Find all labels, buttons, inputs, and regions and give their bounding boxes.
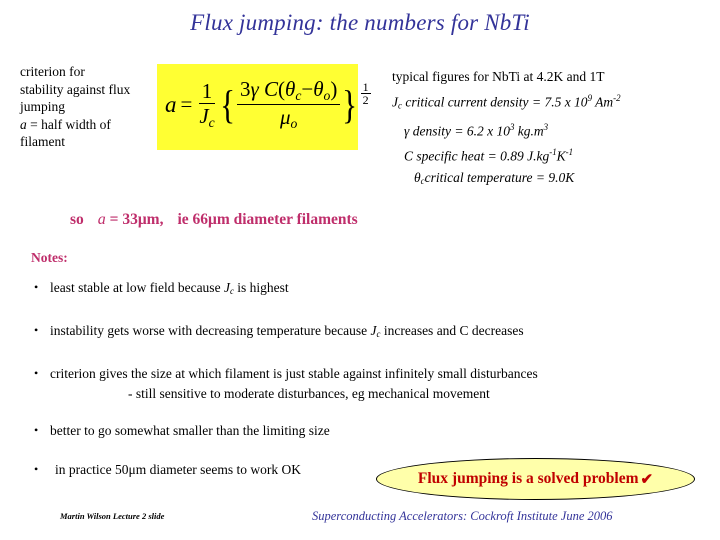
list-item: • criterion gives the size at which fila…	[30, 365, 695, 402]
conclusion-callout: Flux jumping is a solved problem ✔	[376, 458, 695, 500]
list-item-text: in practice 50μm diameter seems to work …	[55, 462, 302, 478]
equation-exponent-numerator: 1	[360, 79, 371, 95]
typical-figures-heading: typical figures for NbTi at 4.2K and 1T	[392, 69, 605, 84]
list-item: • instability gets worse with decreasing…	[30, 322, 695, 343]
equation-jc-symbol: J	[199, 103, 209, 128]
figure-equals: =	[484, 148, 501, 164]
list-item-text: instability gets worse with decreasing t…	[50, 323, 524, 339]
equation-paren-close: )	[330, 77, 338, 101]
figure-row-gamma: γ density = 6.2 x 103 kg.m3	[392, 117, 712, 142]
equation-exponent-denominator: 2	[362, 93, 369, 108]
bullet-icon: •	[34, 366, 39, 381]
criterion-line-5: filament	[20, 134, 65, 149]
equation-equals: =	[180, 92, 193, 117]
equation-coef-3: 3	[239, 77, 251, 101]
criterion-description: criterion for stability against flux jum…	[20, 63, 170, 151]
bullet-icon: •	[34, 323, 39, 338]
criterion-line-2: stability against flux	[20, 81, 131, 97]
bullet-icon: •	[34, 462, 39, 477]
equation-inner-denominator: μo	[277, 105, 300, 131]
check-icon: ✔	[640, 471, 654, 488]
bullet-icon: •	[34, 423, 39, 438]
figure-row-critical-temperature: θccritical temperature = 9.0K	[392, 167, 712, 193]
list-item: • least stable at low field because Jc i…	[30, 279, 695, 300]
figure-symbol: θ	[414, 169, 421, 185]
figure-value: 7.5 x 10	[544, 94, 588, 109]
criterion-line-1: criterion for	[20, 64, 85, 79]
equation-outer-fraction: 1 Jc	[196, 80, 217, 130]
equation-close-brace: }	[342, 82, 358, 128]
figure-row-specific-heat: C specific heat = 0.89 J.kg-1K-1	[392, 142, 712, 167]
equation-mu-sub: o	[290, 115, 298, 131]
figure-unit-2: K	[556, 148, 566, 164]
figure-label: critical current density	[401, 94, 529, 109]
equation-inner-numerator: 3γ C(θc−θo)	[236, 77, 341, 106]
equation-C: C	[263, 77, 278, 101]
figure-unit-2-exponent: -1	[565, 146, 574, 157]
result-note: ie 66μm diameter filaments	[177, 211, 358, 228]
figure-equals: =	[532, 169, 549, 185]
list-item-text: better to go somewhat smaller than the l…	[50, 423, 330, 439]
conclusion-callout-text: Flux jumping is a solved problem	[417, 469, 639, 487]
figure-symbol: C	[404, 148, 414, 164]
footer-event: Superconducting Accelerators: Cockroft I…	[312, 509, 613, 523]
equation-gamma: γ	[250, 77, 259, 101]
figure-unit: kg.m	[514, 123, 544, 139]
figure-unit-exponent: 3	[543, 121, 549, 132]
list-item-text-b: increases and C decreases	[380, 323, 524, 339]
equation-theta-c: θ	[284, 77, 296, 101]
equation-minus: −	[301, 77, 314, 101]
figure-value: 9.0K	[548, 169, 575, 185]
figure-equals: =	[528, 94, 545, 109]
figure-equals: =	[450, 123, 467, 139]
bullet-icon: •	[34, 280, 39, 294]
equation-open-brace: {	[219, 82, 235, 128]
result-equals: =	[109, 211, 119, 228]
equation-theta-o: θ	[313, 77, 324, 101]
typical-figures-block: typical figures for NbTi at 4.2K and 1T …	[392, 66, 712, 192]
equation-outer-numerator: 1	[198, 80, 216, 104]
equation-paren-open: (	[277, 77, 285, 101]
slide-canvas: Flux jumping: the numbers for NbTi crite…	[0, 0, 720, 540]
figure-unit-exponent: -2	[613, 92, 621, 103]
figure-row-jc: Jc critical current density = 7.5 x 109 …	[392, 88, 712, 117]
figure-label: specific heat	[413, 148, 485, 164]
equation-highlight-box: a = 1 Jc { 3γ C(θc−θo) μo } 1 2	[157, 64, 371, 150]
equation-exponent-half: 1 2	[360, 79, 371, 108]
page-title: Flux jumping: the numbers for NbTi	[190, 10, 530, 35]
list-item-text: criterion gives the size at which filame…	[50, 366, 538, 382]
criterion-line-3: jumping	[20, 99, 66, 114]
list-item-text: least stable at low field because Jc is …	[50, 280, 289, 296]
result-so: so	[70, 211, 84, 228]
figure-unit: J.kg	[523, 148, 550, 164]
figure-label: critical temperature	[424, 169, 533, 185]
figure-value: 6.2 x 10	[466, 123, 510, 139]
list-item-text-b: is highest	[233, 280, 289, 295]
equation-mu: μ	[279, 105, 291, 130]
footer-author: Martin Wilson Lecture 2 slide	[60, 511, 165, 521]
equation-jc-subscript: c	[208, 114, 215, 130]
criterion-line-4-rest: = half width of	[26, 116, 111, 132]
result-var-a: a	[97, 211, 106, 228]
criterion-var-a: a	[20, 116, 27, 132]
list-item-text-a: instability gets worse with decreasing t…	[50, 323, 371, 339]
notes-heading: Notes:	[31, 250, 68, 265]
criterion-line-4: a = half width of	[20, 116, 170, 134]
figure-value: 0.89	[500, 148, 524, 164]
result-value: 33μm,	[122, 211, 164, 228]
equation-lhs: a	[165, 91, 177, 117]
result-line: so a = 33μm, ie 66μm diameter filaments	[70, 211, 358, 229]
flux-jump-equation: a = 1 Jc { 3γ C(θc−θo) μo } 1 2	[165, 78, 371, 131]
list-item: • better to go somewhat smaller than the…	[30, 422, 695, 439]
figure-unit: Am	[592, 94, 614, 109]
equation-outer-denominator: Jc	[196, 104, 217, 130]
figure-label: density	[409, 123, 451, 139]
figure-unit-exponent: -1	[549, 146, 557, 157]
equation-inner-fraction: 3γ C(θc−θo) μo	[236, 77, 341, 131]
list-item-text-a: least stable at low field because	[50, 280, 224, 295]
list-item-second-line: - still sensitive to moderate disturbanc…	[128, 386, 490, 402]
